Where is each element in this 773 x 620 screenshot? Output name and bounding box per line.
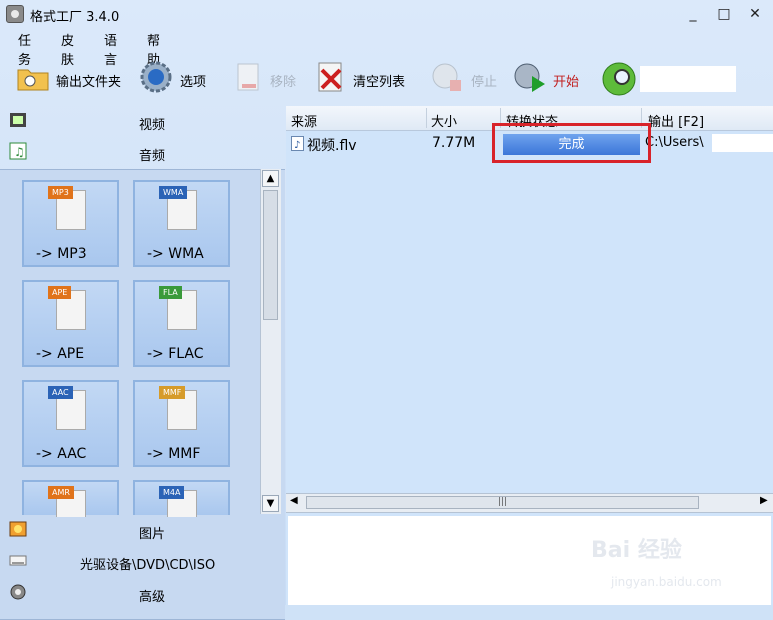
picture-icon <box>9 521 27 537</box>
options-button[interactable]: 选项 <box>137 54 217 100</box>
video-icon <box>10 113 26 127</box>
format-tile-label: -> MP3 <box>36 246 87 262</box>
output-path-mask <box>712 134 773 152</box>
app-icon <box>6 5 24 23</box>
stop-label: 停止 <box>471 75 498 90</box>
format-badge: M4A <box>159 486 185 499</box>
main-window: 格式工厂 3.4.0 _ □ ✕ 任务 皮肤 语言 帮助 输出文件夹 选项 移除… <box>0 0 773 620</box>
audio-icon: ♫ <box>9 142 27 160</box>
title-bar: 格式工厂 3.4.0 _ □ ✕ <box>0 0 773 28</box>
remove-button[interactable]: 移除 <box>232 54 302 100</box>
output-folder-label: 输出文件夹 <box>56 75 122 90</box>
scroll-up-button[interactable]: ▲ <box>262 170 279 187</box>
format-tile-amr[interactable]: AMR <box>22 480 119 517</box>
status-highlight-box <box>492 123 651 163</box>
remove-doc-icon <box>237 63 259 91</box>
column-size[interactable]: 大小 <box>431 111 457 130</box>
format-tile-m4a[interactable]: M4A <box>133 480 230 517</box>
disc-icon <box>9 555 27 566</box>
folder-icon <box>17 69 49 91</box>
task-list-panel: 来源 大小 转换状态 输出 [F2] ♪ 视频.flv 7.77M 完成 C:\… <box>286 106 773 605</box>
stop-icon <box>432 63 461 91</box>
scroll-left-button[interactable]: ◀ <box>290 495 298 506</box>
scroll-down-button[interactable]: ▼ <box>262 495 279 512</box>
column-source[interactable]: 来源 <box>291 111 317 130</box>
start-label: 开始 <box>553 75 580 90</box>
gear-icon <box>140 61 172 93</box>
category-advanced[interactable]: 高级 <box>0 578 285 608</box>
clear-list-label: 清空列表 <box>353 75 406 90</box>
search-input[interactable] <box>640 66 736 92</box>
clear-list-button[interactable]: 清空列表 <box>314 54 414 100</box>
start-button[interactable]: 开始 <box>512 54 584 100</box>
start-icon <box>514 63 545 92</box>
scroll-thumb[interactable] <box>263 190 278 320</box>
format-grid-scrollbar[interactable]: ▲ ▼ <box>260 169 281 514</box>
options-label: 选项 <box>180 75 207 90</box>
format-tile-flac[interactable]: FLA -> FLAC <box>133 280 230 367</box>
category-audio-label: 音频 <box>139 149 166 164</box>
maximize-button[interactable]: □ <box>712 4 736 24</box>
column-divider[interactable] <box>426 108 427 128</box>
category-picture-label: 图片 <box>139 527 166 542</box>
remove-label: 移除 <box>270 75 297 90</box>
hscroll-thumb[interactable]: ||| <box>306 496 699 509</box>
search-globe-icon[interactable] <box>600 60 638 98</box>
task-size: 7.77M <box>432 135 476 151</box>
music-file-icon: ♪ <box>291 136 304 151</box>
category-audio[interactable]: ♫ 音频 <box>0 137 285 167</box>
format-badge: AMR <box>48 486 74 499</box>
stop-button[interactable]: 停止 <box>430 54 502 100</box>
category-dvd-label: 光驱设备\DVD\CD\ISO <box>80 558 216 573</box>
format-badge: MMF <box>159 386 186 399</box>
toolbar: 输出文件夹 选项 移除 清空列表 停止 开始 <box>0 54 773 104</box>
advanced-icon <box>10 584 26 600</box>
clear-list-icon <box>318 62 342 92</box>
task-output-path: C:\Users\ <box>645 135 704 150</box>
category-video[interactable]: 视频 <box>0 106 285 136</box>
task-source: 视频.flv <box>307 138 357 154</box>
format-badge: AAC <box>48 386 73 399</box>
format-tile-label: -> AAC <box>36 446 87 462</box>
log-output-area[interactable] <box>288 516 771 605</box>
format-badge: FLA <box>159 286 182 299</box>
format-badge: WMA <box>159 186 188 199</box>
format-tile-aac[interactable]: AAC -> AAC <box>22 380 119 467</box>
format-tile-mmf[interactable]: MMF -> MMF <box>133 380 230 467</box>
close-button[interactable]: ✕ <box>743 4 767 24</box>
format-tile-wma[interactable]: WMA -> WMA <box>133 180 230 267</box>
scroll-right-button[interactable]: ▶ <box>760 495 768 506</box>
svg-text:♪: ♪ <box>294 140 300 151</box>
format-tile-label: -> WMA <box>147 246 204 262</box>
column-output[interactable]: 输出 [F2] <box>648 111 704 130</box>
window-title: 格式工厂 3.4.0 <box>30 10 120 25</box>
task-list-hscrollbar[interactable]: ◀ ||| ▶ <box>286 493 773 513</box>
format-tile-ape[interactable]: APE -> APE <box>22 280 119 367</box>
output-folder-button[interactable]: 输出文件夹 <box>14 54 132 100</box>
format-tile-mp3[interactable]: MP3 -> MP3 <box>22 180 119 267</box>
svg-text:♫: ♫ <box>14 145 25 159</box>
format-badge: MP3 <box>48 186 73 199</box>
category-dvd[interactable]: 光驱设备\DVD\CD\ISO <box>0 546 285 576</box>
format-badge: APE <box>48 286 72 299</box>
watermark-logo: Bai 经验 <box>591 538 682 563</box>
category-sidebar: 视频 ♫ 音频 MP3 -> MP3 WMA -> WMA APE -> APE <box>0 106 285 620</box>
watermark-url: jingyan.baidu.com <box>611 575 722 589</box>
format-tile-label: -> APE <box>36 346 85 362</box>
category-video-label: 视频 <box>139 118 166 133</box>
format-tile-label: -> MMF <box>147 446 201 462</box>
category-advanced-label: 高级 <box>139 590 166 605</box>
minimize-button[interactable]: _ <box>681 4 705 24</box>
format-tile-label: -> FLAC <box>147 346 204 362</box>
category-picture[interactable]: 图片 <box>0 515 285 545</box>
